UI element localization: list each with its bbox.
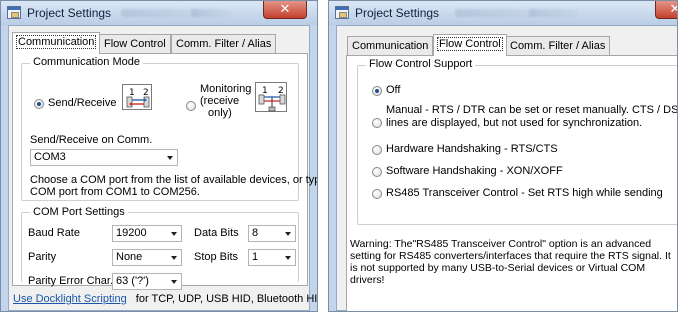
blurred-title-text bbox=[191, 9, 231, 17]
flow-off-radio[interactable] bbox=[372, 86, 382, 96]
com-port-select[interactable]: COM3 bbox=[30, 149, 178, 166]
blurred-title-text bbox=[529, 9, 579, 17]
tab-flow-control[interactable]: Flow Control bbox=[99, 34, 171, 54]
dialog-client-area: Communication Flow Control Comm. Filter … bbox=[336, 25, 678, 311]
group-title: Communication Mode bbox=[30, 56, 143, 68]
group-title: COM Port Settings bbox=[30, 206, 128, 218]
communication-mode-group: Communication Mode Send/Receive 1 2 Moni… bbox=[21, 56, 317, 201]
chevron-down-icon bbox=[285, 232, 291, 236]
chevron-down-icon bbox=[171, 280, 177, 284]
communication-tab-panel: Communication Mode Send/Receive 1 2 Moni… bbox=[12, 53, 317, 290]
baud-rate-label: Baud Rate bbox=[28, 227, 80, 239]
chevron-down-icon bbox=[171, 256, 177, 260]
com-port-value: COM3 bbox=[34, 151, 66, 163]
help-text-line2: COM port from COM1 to COM256. bbox=[30, 186, 200, 198]
flow-manual-label-line2: lines are displayed, but not used for sy… bbox=[386, 117, 643, 129]
chevron-down-icon bbox=[171, 232, 177, 236]
tab-comm-filter-alias[interactable]: Comm. Filter / Alias bbox=[505, 36, 611, 56]
close-icon: ✕ bbox=[670, 2, 677, 17]
flow-hardware-radio[interactable] bbox=[372, 145, 382, 155]
data-bits-value: 8 bbox=[252, 227, 259, 239]
send-receive-radio[interactable] bbox=[34, 99, 44, 109]
data-bits-label: Data Bits bbox=[194, 227, 239, 239]
parity-error-char-select[interactable]: 63 ('?') bbox=[112, 273, 182, 290]
parity-value: None bbox=[116, 251, 143, 263]
monitoring-label: Monitoring bbox=[200, 83, 252, 95]
project-settings-window-communication: Project Settings ✕ Communication Flow Co… bbox=[0, 0, 318, 312]
group-title: Flow Control Support bbox=[366, 58, 476, 70]
parity-error-char-label: Parity Error Char. bbox=[28, 275, 113, 287]
dialog-client-area: Communication Flow Control Comm. Filter … bbox=[8, 25, 317, 311]
footer-text: for TCP, UDP, USB HID, Bluetooth HID bbox=[135, 293, 318, 305]
digit-label: 1 bbox=[129, 88, 135, 98]
flow-off-label: Off bbox=[386, 84, 401, 96]
digit-label: 2 bbox=[278, 86, 284, 96]
chevron-down-icon bbox=[167, 156, 173, 160]
send-receive-device-icon: 1 2 bbox=[122, 84, 152, 110]
parity-error-char-value: 63 ('?') bbox=[116, 275, 149, 287]
monitoring-radio[interactable] bbox=[186, 101, 196, 111]
flow-software-label: Software Handshaking - XON/XOFF bbox=[386, 165, 563, 177]
blurred-title-text bbox=[121, 9, 201, 17]
rs485-warning-text: Warning: The"RS485 Transceiver Control" … bbox=[350, 238, 671, 286]
stop-bits-label: Stop Bits bbox=[194, 251, 239, 263]
title-bar[interactable]: Project Settings ✕ bbox=[329, 1, 677, 25]
app-icon bbox=[335, 6, 349, 19]
close-button[interactable]: ✕ bbox=[655, 1, 677, 19]
window-title: Project Settings bbox=[355, 6, 440, 20]
flow-control-tab-panel: Flow Control Support Off Manual - RTS / … bbox=[346, 55, 678, 311]
com-port-settings-group: COM Port Settings Baud Rate 19200 Data B… bbox=[21, 206, 299, 290]
stop-bits-value: 1 bbox=[252, 251, 259, 263]
project-settings-window-flow-control: Project Settings ✕ Communication Flow Co… bbox=[328, 0, 678, 312]
parity-label: Parity bbox=[28, 251, 57, 263]
close-icon: ✕ bbox=[279, 2, 291, 17]
tab-communication[interactable]: Communication bbox=[12, 32, 101, 54]
parity-select[interactable]: None bbox=[112, 249, 182, 266]
flow-control-support-group: Flow Control Support Off Manual - RTS / … bbox=[357, 58, 678, 225]
monitoring-label-line3: only) bbox=[208, 107, 232, 119]
chevron-down-icon bbox=[285, 256, 291, 260]
stop-bits-select[interactable]: 1 bbox=[248, 249, 296, 266]
tab-comm-filter-alias[interactable]: Comm. Filter / Alias bbox=[171, 34, 277, 54]
help-text-line1: Choose a COM port from the list of avail… bbox=[30, 174, 318, 186]
flow-manual-label: Manual - RTS / DTR can be set or reset m… bbox=[386, 104, 678, 116]
digit-label: 1 bbox=[262, 86, 268, 96]
flow-rs485-radio[interactable] bbox=[372, 189, 382, 199]
send-receive-label: Send/Receive bbox=[48, 97, 117, 109]
close-button[interactable]: ✕ bbox=[263, 1, 307, 19]
baud-rate-select[interactable]: 19200 bbox=[112, 225, 182, 242]
port-label: Send/Receive on Comm. bbox=[30, 134, 153, 146]
tab-flow-control[interactable]: Flow Control bbox=[433, 34, 507, 56]
tab-communication[interactable]: Communication bbox=[347, 36, 434, 56]
flow-rs485-label: RS485 Transceiver Control - Set RTS high… bbox=[386, 187, 663, 199]
blurred-title-text bbox=[455, 9, 535, 17]
baud-rate-value: 19200 bbox=[116, 227, 147, 239]
title-bar[interactable]: Project Settings ✕ bbox=[1, 1, 317, 25]
app-icon bbox=[7, 6, 21, 19]
flow-hardware-label: Hardware Handshaking - RTS/CTS bbox=[386, 143, 558, 155]
data-bits-select[interactable]: 8 bbox=[248, 225, 296, 242]
flow-software-radio[interactable] bbox=[372, 167, 382, 177]
monitoring-device-icon: 1 2 bbox=[255, 82, 287, 112]
docklight-scripting-link[interactable]: Use Docklight Scripting bbox=[13, 293, 127, 305]
footer: Use Docklight Scripting for TCP, UDP, US… bbox=[13, 293, 318, 305]
monitoring-label-line2: (receive bbox=[200, 95, 240, 107]
window-title: Project Settings bbox=[27, 6, 112, 20]
digit-label: 2 bbox=[143, 88, 149, 98]
flow-manual-radio[interactable] bbox=[372, 118, 382, 128]
